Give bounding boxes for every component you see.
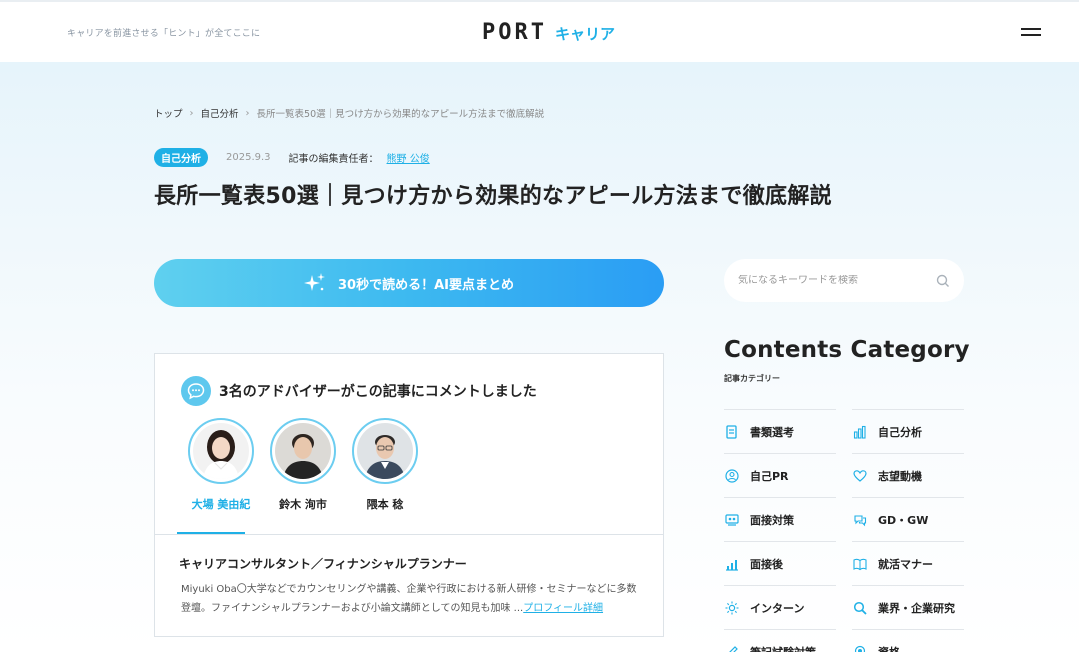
category-item-after-interview[interactable]: 面接後 bbox=[724, 541, 836, 585]
advisor-role: キャリアコンサルタント／フィナンシャルプランナー bbox=[179, 557, 467, 571]
advisor-tab-kumamoto[interactable]: 隈本 稔 bbox=[341, 418, 429, 512]
chevron-right-icon: › bbox=[189, 107, 194, 119]
logo-port-text: PORT bbox=[482, 20, 547, 45]
discussion-icon bbox=[852, 512, 868, 528]
bar-chart-icon bbox=[852, 424, 868, 440]
category-item-gd-gw[interactable]: GD・GW bbox=[852, 497, 964, 541]
avatar bbox=[188, 418, 254, 484]
contents-category-subtitle: 記事カテゴリー bbox=[724, 374, 780, 383]
chat-bubble-icon bbox=[181, 376, 211, 406]
advisor-title: 3名のアドバイザーがこの記事にコメントしました bbox=[219, 384, 537, 400]
book-icon bbox=[852, 556, 868, 572]
site-logo[interactable]: PORT キャリア bbox=[482, 20, 615, 45]
editor-label: 記事の編集責任者： bbox=[288, 154, 379, 165]
magnifier-icon bbox=[852, 600, 868, 616]
advisor-tab-oba[interactable]: 大場 美由紀 bbox=[177, 418, 265, 512]
advisor-tab-suzuki[interactable]: 鈴木 洵市 bbox=[259, 418, 347, 512]
category-grid: 書類選考 自己分析 自己PR 志望動機 面接対策 GD・GW 面接後 就活マナー… bbox=[724, 409, 964, 652]
advisor-comments-panel: 3名のアドバイザーがこの記事にコメントしました 大場 美由紀 鈴木 洵市 隈本 … bbox=[154, 353, 664, 637]
search-icon[interactable] bbox=[936, 274, 950, 288]
category-badge[interactable]: 自己分析 bbox=[154, 148, 208, 167]
category-item-motivation[interactable]: 志望動機 bbox=[852, 453, 964, 497]
heart-icon bbox=[852, 468, 868, 484]
breadcrumb-current: 長所一覧表50選｜見つけ方から効果的なアピール方法まで徹底解説 bbox=[256, 109, 545, 120]
ai-summary-button[interactable]: 30秒で読める！AI要点まとめ bbox=[154, 259, 664, 307]
advisor-description: Miyuki Oba〇大学などでカウンセリングや講義、企業や行政における新人研修… bbox=[181, 580, 643, 618]
hamburger-menu-icon[interactable] bbox=[1021, 26, 1041, 38]
category-item-self-analysis[interactable]: 自己分析 bbox=[852, 409, 964, 453]
pencil-icon bbox=[724, 644, 740, 652]
category-item-written-test[interactable]: 筆記試験対策 bbox=[724, 629, 836, 652]
advisor-name: 隈本 稔 bbox=[366, 498, 404, 511]
advisor-name: 鈴木 洵市 bbox=[279, 498, 327, 511]
category-item-industry-research[interactable]: 業界・企業研究 bbox=[852, 585, 964, 629]
site-tagline: キャリアを前進させる「ヒント」が全てここに bbox=[67, 29, 261, 39]
editor-name-link[interactable]: 熊野 公俊 bbox=[387, 150, 430, 165]
article-title: 長所一覧表50選｜見つけ方から効果的なアピール方法まで徹底解説 bbox=[154, 184, 832, 209]
avatar bbox=[352, 418, 418, 484]
category-item-self-pr[interactable]: 自己PR bbox=[724, 453, 836, 497]
breadcrumb-category[interactable]: 自己分析 bbox=[201, 106, 239, 120]
site-header: キャリアを前進させる「ヒント」が全てここに PORT キャリア bbox=[0, 0, 1079, 62]
chevron-right-icon: › bbox=[245, 107, 250, 119]
advisor-header: 3名のアドバイザーがこの記事にコメントしました bbox=[181, 376, 537, 406]
growth-chart-icon bbox=[724, 556, 740, 572]
ai-summary-label: 30秒で読める！AI要点まとめ bbox=[338, 277, 514, 293]
divider bbox=[155, 534, 663, 535]
search-box bbox=[724, 259, 964, 302]
sun-icon bbox=[724, 600, 740, 616]
interview-icon bbox=[724, 512, 740, 528]
article-meta: 自己分析 2025.9.3 記事の編集責任者： 熊野 公俊 bbox=[154, 148, 430, 167]
logo-career-text: キャリア bbox=[554, 25, 615, 43]
contents-category-title: Contents Category bbox=[724, 337, 970, 363]
advisor-name: 大場 美由紀 bbox=[191, 498, 251, 511]
badge-icon bbox=[852, 644, 868, 652]
category-item-document-screening[interactable]: 書類選考 bbox=[724, 409, 836, 453]
search-input[interactable] bbox=[738, 275, 936, 286]
category-item-intern[interactable]: インターン bbox=[724, 585, 836, 629]
category-item-interview-prep[interactable]: 面接対策 bbox=[724, 497, 836, 541]
document-icon bbox=[724, 424, 740, 440]
advisor-tabs: 大場 美由紀 鈴木 洵市 隈本 稔 bbox=[177, 418, 423, 512]
sparkle-icon bbox=[304, 273, 325, 291]
breadcrumb-top[interactable]: トップ bbox=[154, 106, 183, 120]
breadcrumb: トップ › 自己分析 › 長所一覧表50選｜見つけ方から効果的なアピール方法まで… bbox=[154, 106, 545, 121]
profile-detail-link[interactable]: プロフィール詳細 bbox=[523, 603, 603, 614]
avatar bbox=[270, 418, 336, 484]
person-icon bbox=[724, 468, 740, 484]
category-item-manners[interactable]: 就活マナー bbox=[852, 541, 964, 585]
publish-date: 2025.9.3 bbox=[226, 152, 271, 163]
category-item-qualification[interactable]: 資格 bbox=[852, 629, 964, 652]
